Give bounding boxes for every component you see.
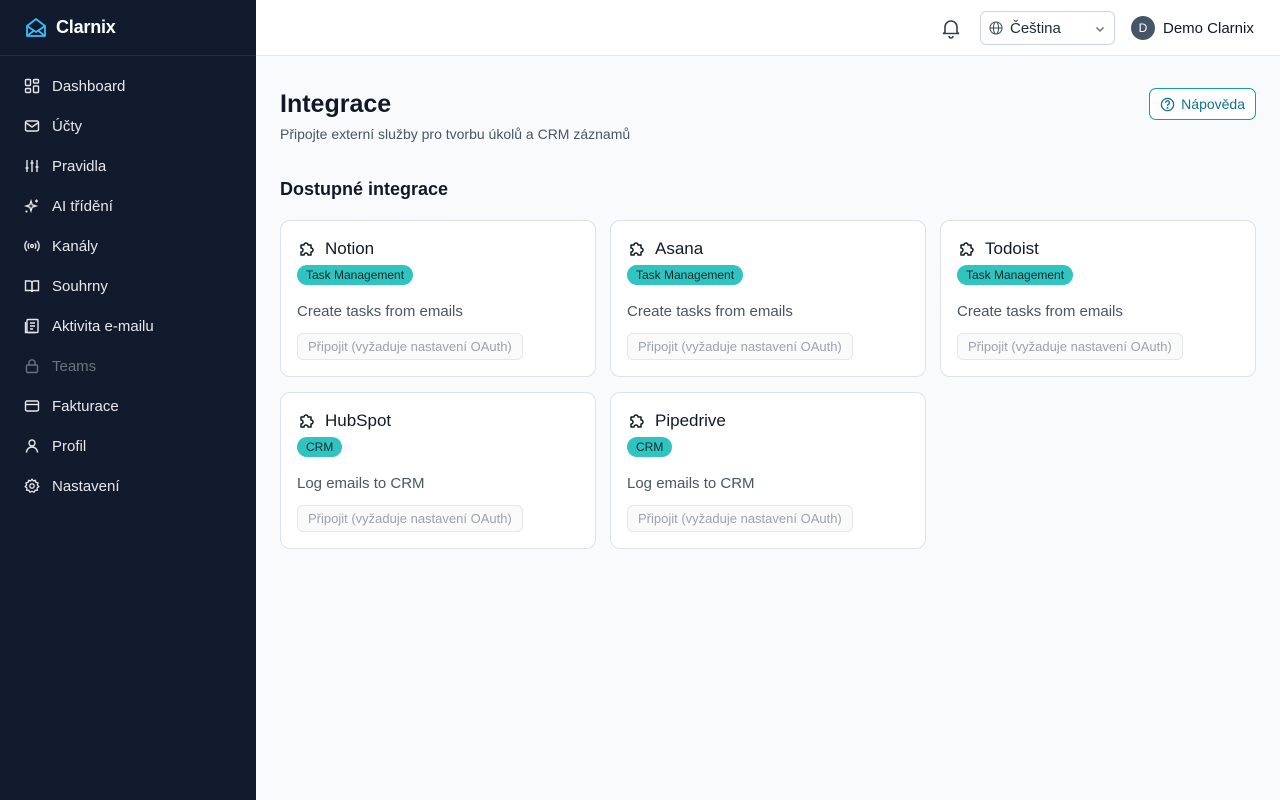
section-title: Dostupné integrace — [280, 179, 449, 199]
language-select-value: Čeština — [1010, 19, 1061, 37]
chevron-down-icon — [1094, 23, 1106, 35]
integration-card-hubspot: HubSpot CRM Log emails to CRM Připojit (… — [280, 392, 596, 549]
mail-icon — [24, 118, 40, 134]
help-button-label: Nápověda — [1181, 96, 1245, 112]
lock-icon — [24, 358, 40, 374]
integration-name: Pipedrive — [655, 411, 726, 430]
connect-button[interactable]: Připojit (vyžaduje nastavení OAuth) — [627, 333, 853, 360]
category-badge: Task Management — [297, 265, 414, 285]
sidebar-item-label: Kanály — [52, 237, 98, 255]
radio-icon — [24, 238, 40, 254]
user-menu[interactable]: D Demo Clarnix — [1131, 16, 1254, 40]
page-subtitle: Připojte externí služby pro tvorbu úkolů… — [280, 126, 631, 142]
integration-description: Log emails to CRM — [627, 475, 755, 492]
avatar: D — [1131, 16, 1155, 40]
sliders-icon — [24, 158, 40, 174]
category-badge: Task Management — [957, 265, 1074, 285]
sidebar-item-teams: Teams — [0, 346, 256, 386]
sidebar-item-summaries[interactable]: Souhrny — [0, 266, 256, 306]
page-title: Integrace — [280, 90, 392, 118]
sidebar-item-label: Nastavení — [52, 477, 120, 495]
help-circle-icon — [1160, 97, 1175, 112]
integration-name: Todoist — [985, 239, 1039, 258]
gear-icon — [24, 478, 40, 494]
puzzle-icon — [297, 411, 317, 431]
sidebar-item-accounts[interactable]: Účty — [0, 106, 256, 146]
sidebar-item-rules[interactable]: Pravidla — [0, 146, 256, 186]
sidebar-item-email-activity[interactable]: Aktivita e-mailu — [0, 306, 256, 346]
envelope-logo-icon — [24, 16, 48, 40]
sidebar-item-settings[interactable]: Nastavení — [0, 466, 256, 506]
puzzle-icon — [627, 239, 647, 259]
category-badge: CRM — [627, 437, 673, 457]
sidebar-nav: Dashboard Účty Pravidla AI třídění Kanál… — [0, 56, 256, 506]
globe-icon — [989, 21, 1003, 35]
sidebar-item-channels[interactable]: Kanály — [0, 226, 256, 266]
sparkles-icon — [24, 198, 40, 214]
puzzle-icon — [957, 239, 977, 259]
language-select[interactable]: Čeština — [980, 11, 1115, 45]
integration-name: Asana — [655, 239, 704, 258]
connect-button[interactable]: Připojit (vyžaduje nastavení OAuth) — [957, 333, 1183, 360]
connect-button[interactable]: Připojit (vyžaduje nastavení OAuth) — [297, 505, 523, 532]
help-button[interactable]: Nápověda — [1149, 88, 1256, 120]
integration-card-todoist: Todoist Task Management Create tasks fro… — [940, 220, 1256, 377]
integration-card-notion: Notion Task Management Create tasks from… — [280, 220, 596, 377]
integration-description: Create tasks from emails — [297, 303, 463, 320]
app-name: Clarnix — [56, 17, 116, 37]
integration-description: Log emails to CRM — [297, 475, 425, 492]
sidebar: Clarnix Dashboard Účty Pravidla AI třídě… — [0, 0, 256, 800]
credit-card-icon — [24, 398, 40, 414]
sidebar-item-dashboard[interactable]: Dashboard — [0, 66, 256, 106]
sidebar-item-billing[interactable]: Fakturace — [0, 386, 256, 426]
integration-name: HubSpot — [325, 411, 392, 430]
book-icon — [24, 278, 40, 294]
sidebar-item-profile[interactable]: Profil — [0, 426, 256, 466]
user-name: Demo Clarnix — [1163, 19, 1254, 37]
connect-button[interactable]: Připojit (vyžaduje nastavení OAuth) — [297, 333, 523, 360]
sidebar-item-label: Fakturace — [52, 397, 119, 415]
sidebar-item-label: AI třídění — [52, 197, 113, 215]
sidebar-item-label: Dashboard — [52, 77, 126, 95]
category-badge: CRM — [297, 437, 343, 457]
activity-icon — [24, 318, 40, 334]
sidebar-item-label: Aktivita e-mailu — [52, 317, 154, 335]
sidebar-item-label: Souhrny — [52, 277, 108, 295]
integration-name: Notion — [325, 239, 375, 258]
integration-card-pipedrive: Pipedrive CRM Log emails to CRM Připojit… — [610, 392, 926, 549]
sidebar-item-label: Profil — [52, 437, 87, 455]
integration-description: Create tasks from emails — [957, 303, 1123, 320]
bell-icon[interactable] — [940, 17, 962, 39]
topbar: Čeština D Demo Clarnix — [256, 0, 1280, 56]
sidebar-item-label: Teams — [52, 357, 97, 375]
category-badge: Task Management — [627, 265, 744, 285]
sidebar-item-label: Pravidla — [52, 157, 107, 175]
integration-card-asana: Asana Task Management Create tasks from … — [610, 220, 926, 377]
dashboard-icon — [24, 78, 40, 94]
connect-button[interactable]: Připojit (vyžaduje nastavení OAuth) — [627, 505, 853, 532]
sidebar-item-label: Účty — [52, 117, 82, 135]
user-icon — [24, 438, 40, 454]
puzzle-icon — [627, 411, 647, 431]
puzzle-icon — [297, 239, 317, 259]
sidebar-item-ai-sorting[interactable]: AI třídění — [0, 186, 256, 226]
brand[interactable]: Clarnix — [0, 0, 256, 56]
integration-description: Create tasks from emails — [627, 303, 793, 320]
